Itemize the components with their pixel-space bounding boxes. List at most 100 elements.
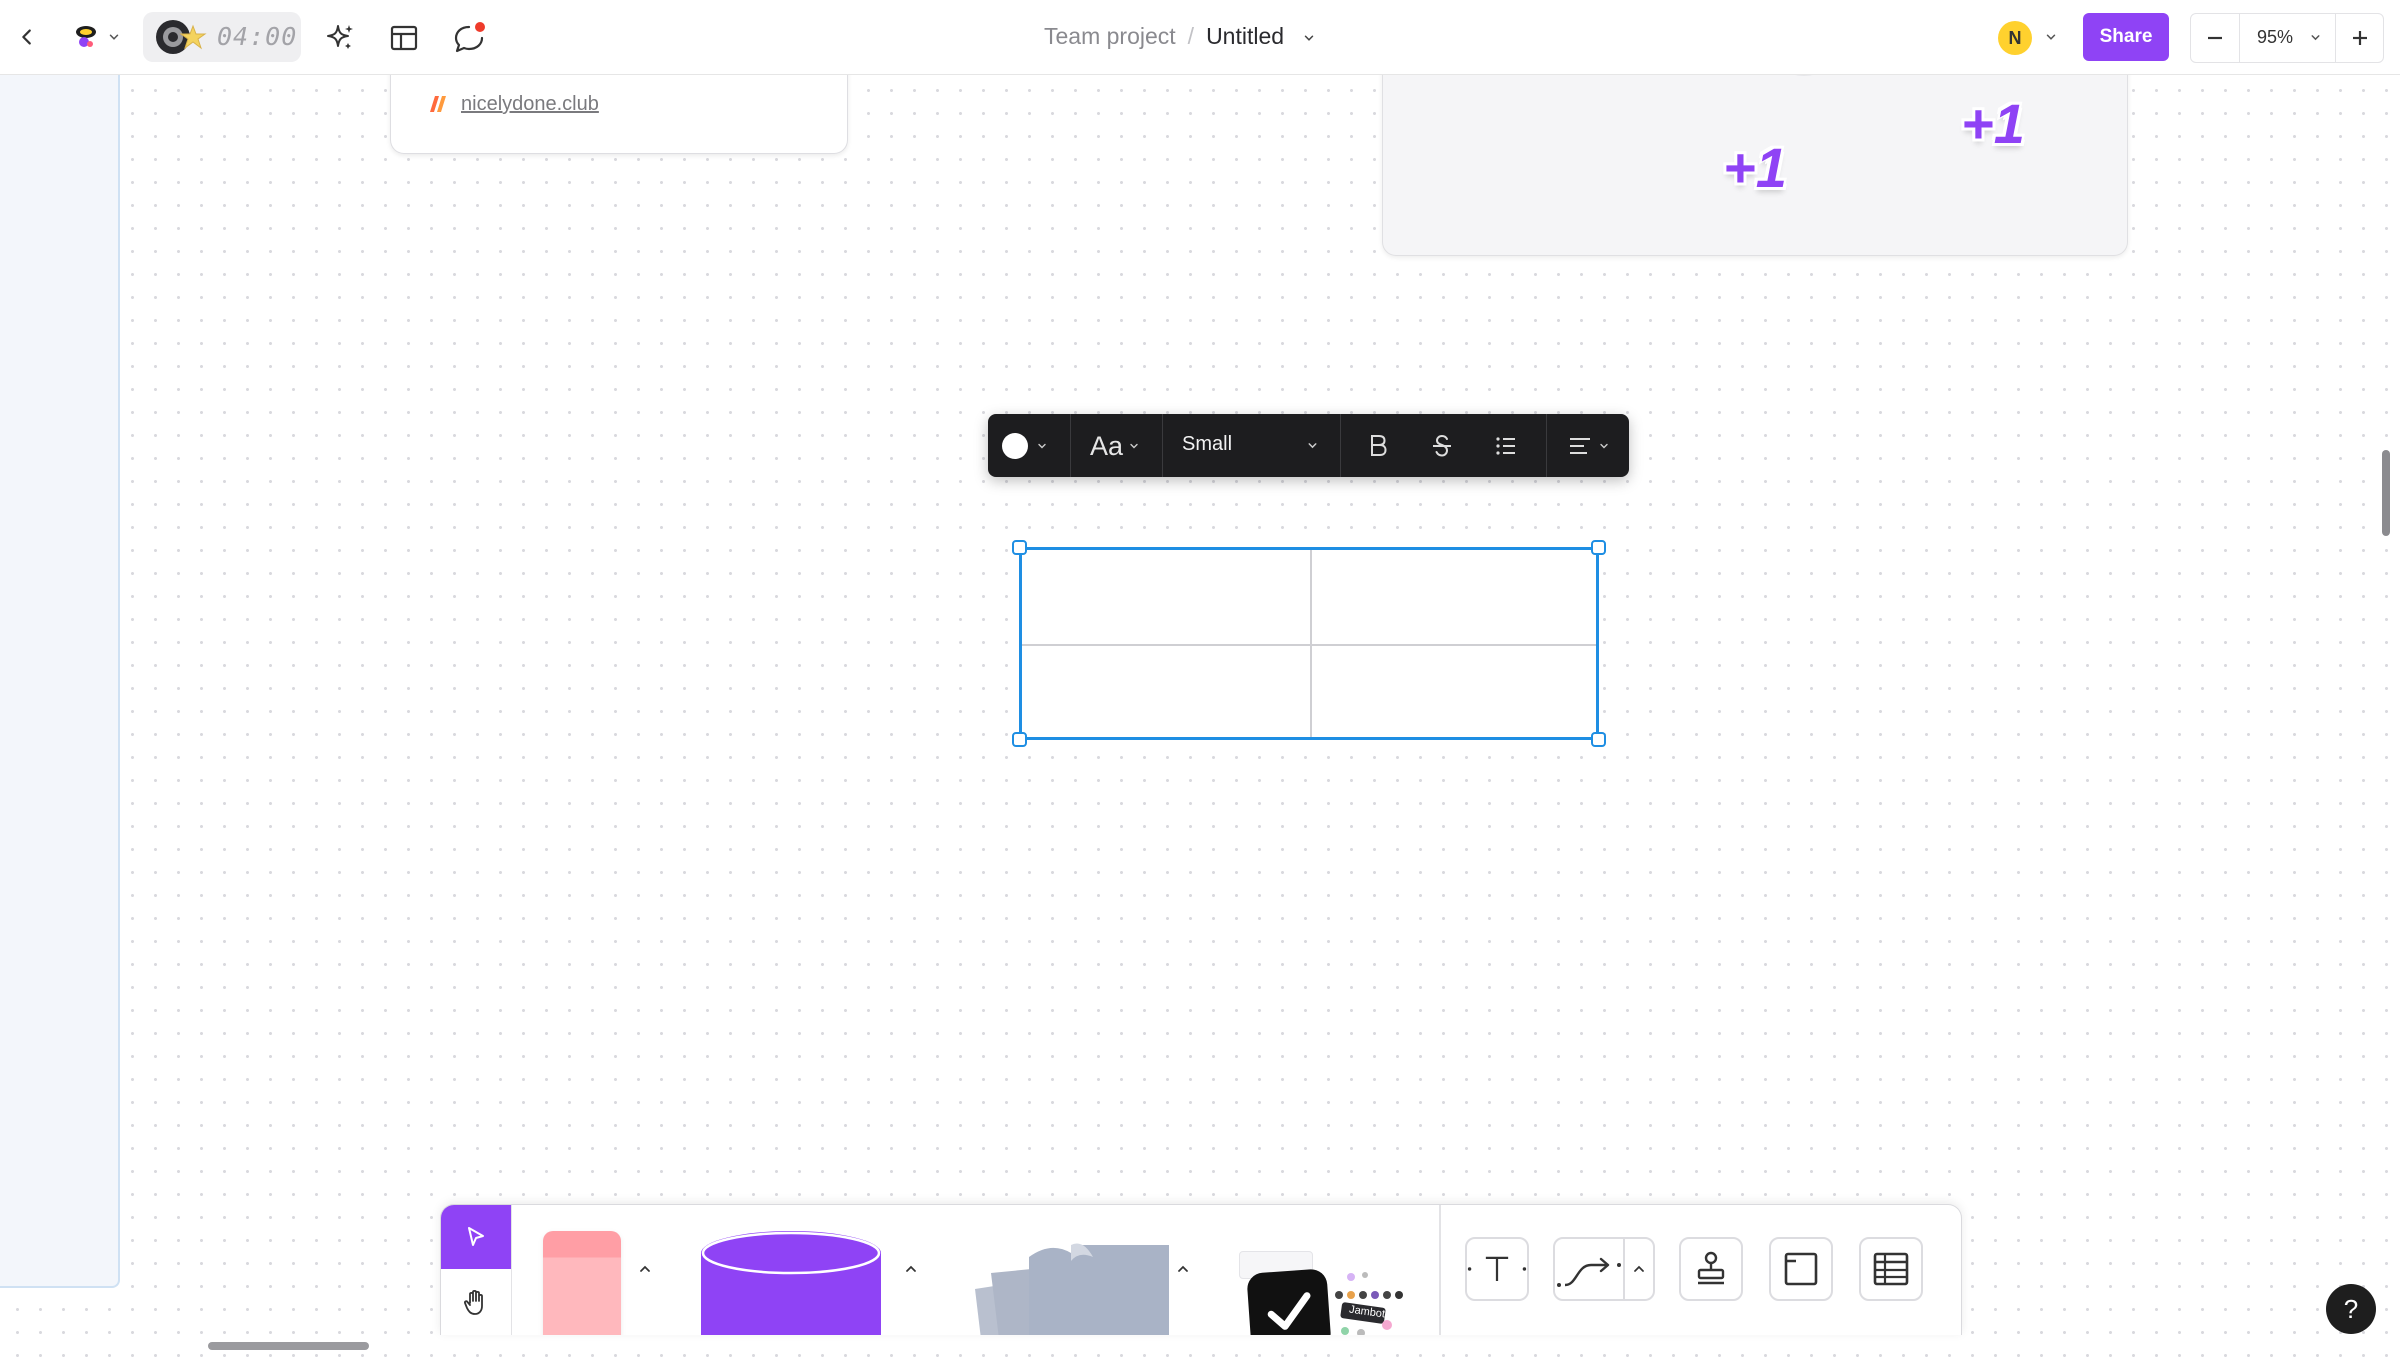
- avatar-menu-button[interactable]: [2040, 26, 2062, 48]
- paper-options-button[interactable]: [1171, 1257, 1195, 1281]
- stamp-tool-button[interactable]: [1679, 1237, 1743, 1301]
- check-sticker: [1246, 1268, 1332, 1335]
- plus-one-sticker[interactable]: +1: [1961, 91, 2025, 156]
- timer-text: 04:00: [217, 22, 298, 51]
- vertical-scrollbar[interactable]: [2382, 450, 2390, 536]
- help-button[interactable]: ?: [2326, 1284, 2376, 1334]
- app-menu-button[interactable]: [66, 18, 126, 56]
- strikethrough-button[interactable]: [1422, 426, 1462, 466]
- selected-table[interactable]: [1012, 540, 1606, 747]
- share-button[interactable]: Share: [2083, 13, 2169, 61]
- top-bar: 04:00 Team project / Untitled N Share 95…: [0, 0, 2400, 75]
- color-swatch-icon: [1002, 433, 1028, 459]
- chevron-up-icon: [1178, 1265, 1188, 1272]
- table-tool-button[interactable]: [1859, 1237, 1923, 1301]
- zoom-in-button[interactable]: [2335, 14, 2384, 62]
- text-align-picker[interactable]: [1556, 426, 1620, 466]
- left-frame-panel[interactable]: [0, 74, 120, 1288]
- sticky-note-tool[interactable]: [543, 1231, 621, 1335]
- breadcrumb-team[interactable]: Team project: [1044, 23, 1176, 49]
- font-picker[interactable]: Aa: [1082, 426, 1148, 466]
- sticky-note-options-button[interactable]: [633, 1257, 657, 1281]
- cylinder-shape-icon: [701, 1231, 881, 1335]
- chevron-down-icon: [1599, 443, 1608, 449]
- ai-sparkle-button[interactable]: [322, 20, 358, 56]
- split-divider: [1623, 1239, 1625, 1299]
- chevron-up-icon: [640, 1265, 650, 1272]
- font-size-select[interactable]: Small: [1182, 433, 1232, 456]
- shape-tool[interactable]: [701, 1231, 881, 1335]
- resize-handle-bottom-right[interactable]: [1591, 732, 1606, 747]
- select-tool-button[interactable]: [441, 1205, 511, 1269]
- paper-stack-icon: [975, 1243, 1169, 1335]
- chevron-down-icon[interactable]: [1302, 31, 1316, 45]
- bold-button[interactable]: [1358, 426, 1398, 466]
- chevron-down-icon: [1130, 443, 1138, 449]
- horizontal-scrollbar[interactable]: [208, 1342, 369, 1350]
- format-toolbar: Aa Small: [988, 414, 1629, 477]
- sparkle-icon: [327, 25, 353, 49]
- chevron-down-icon: [2046, 34, 2056, 40]
- mode-switcher: [441, 1205, 512, 1335]
- text-tool-button[interactable]: [1465, 1237, 1529, 1301]
- zoom-out-button[interactable]: [2191, 14, 2240, 62]
- chevron-up-icon[interactable]: [1631, 1261, 1647, 1277]
- zoom-level[interactable]: 95%: [2257, 27, 2293, 48]
- align-left-icon: [1569, 438, 1590, 454]
- resize-handle-bottom-left[interactable]: [1012, 732, 1027, 747]
- chevron-down-icon: [109, 34, 119, 40]
- table-icon: [1873, 1252, 1909, 1286]
- layout-icon: [390, 25, 418, 51]
- text-color-picker[interactable]: [996, 426, 1052, 466]
- stamp-icon: [1697, 1251, 1725, 1285]
- sticker-dots-icon: [1335, 1272, 1403, 1335]
- stickers-card[interactable]: +1 +1: [1382, 37, 2128, 256]
- chevron-down-icon[interactable]: [2309, 31, 2322, 44]
- toolbar-divider: [1340, 414, 1341, 477]
- brand-logo-icon: [76, 26, 96, 47]
- comments-button[interactable]: [450, 18, 490, 58]
- stickers-tool[interactable]: Jambot: [1237, 1251, 1423, 1335]
- tool-dock: Jambot: [440, 1204, 1962, 1335]
- frame-icon: [1784, 1252, 1818, 1286]
- list-icon: [1496, 437, 1515, 455]
- text-t-icon: [1467, 1256, 1527, 1281]
- chevron-down-icon: [1038, 443, 1046, 449]
- shape-options-button[interactable]: [899, 1257, 923, 1281]
- link-favicon-icon: [430, 96, 446, 112]
- cursor-arrow-icon: [468, 1227, 484, 1246]
- toolbar-divider: [1162, 414, 1163, 477]
- hand-tool-button[interactable]: [441, 1269, 511, 1335]
- timer-widget[interactable]: 04:00: [143, 12, 301, 62]
- bullet-list-button[interactable]: [1486, 426, 1526, 466]
- chevron-up-icon: [906, 1265, 916, 1272]
- avatar[interactable]: N: [1998, 21, 2032, 55]
- strikethrough-icon: [1433, 434, 1451, 457]
- paper-tool[interactable]: [933, 1227, 1173, 1335]
- font-label: Aa: [1089, 430, 1124, 461]
- connector-tool-button[interactable]: [1553, 1237, 1655, 1301]
- hand-icon: [464, 1289, 483, 1315]
- table-row-divider: [1022, 644, 1596, 646]
- resize-handle-top-left[interactable]: [1012, 540, 1027, 555]
- link-url[interactable]: nicelydone.club: [461, 93, 599, 116]
- checkmark-icon: [1267, 1292, 1311, 1330]
- doc-title[interactable]: Untitled: [1206, 23, 1284, 49]
- resize-handle-top-right[interactable]: [1591, 540, 1606, 555]
- chevron-left-icon: [22, 29, 31, 45]
- zoom-control: 95%: [2190, 13, 2384, 63]
- chevron-down-icon[interactable]: [1306, 439, 1319, 452]
- dock-divider: [1439, 1205, 1441, 1335]
- back-button[interactable]: [12, 22, 42, 52]
- chat-bubble-icon: [454, 22, 485, 53]
- frame-tool-button[interactable]: [1769, 1237, 1833, 1301]
- plus-one-sticker[interactable]: +1: [1723, 135, 1787, 200]
- templates-button[interactable]: [386, 20, 422, 56]
- breadcrumb-separator: /: [1187, 23, 1195, 49]
- connector-line-icon: [1557, 1257, 1621, 1287]
- toolbar-divider: [1546, 414, 1547, 477]
- bold-icon: [1371, 435, 1387, 456]
- timer-avatar-icon: [156, 20, 207, 54]
- plus-icon: [2353, 31, 2367, 45]
- toolbar-divider: [1070, 414, 1071, 477]
